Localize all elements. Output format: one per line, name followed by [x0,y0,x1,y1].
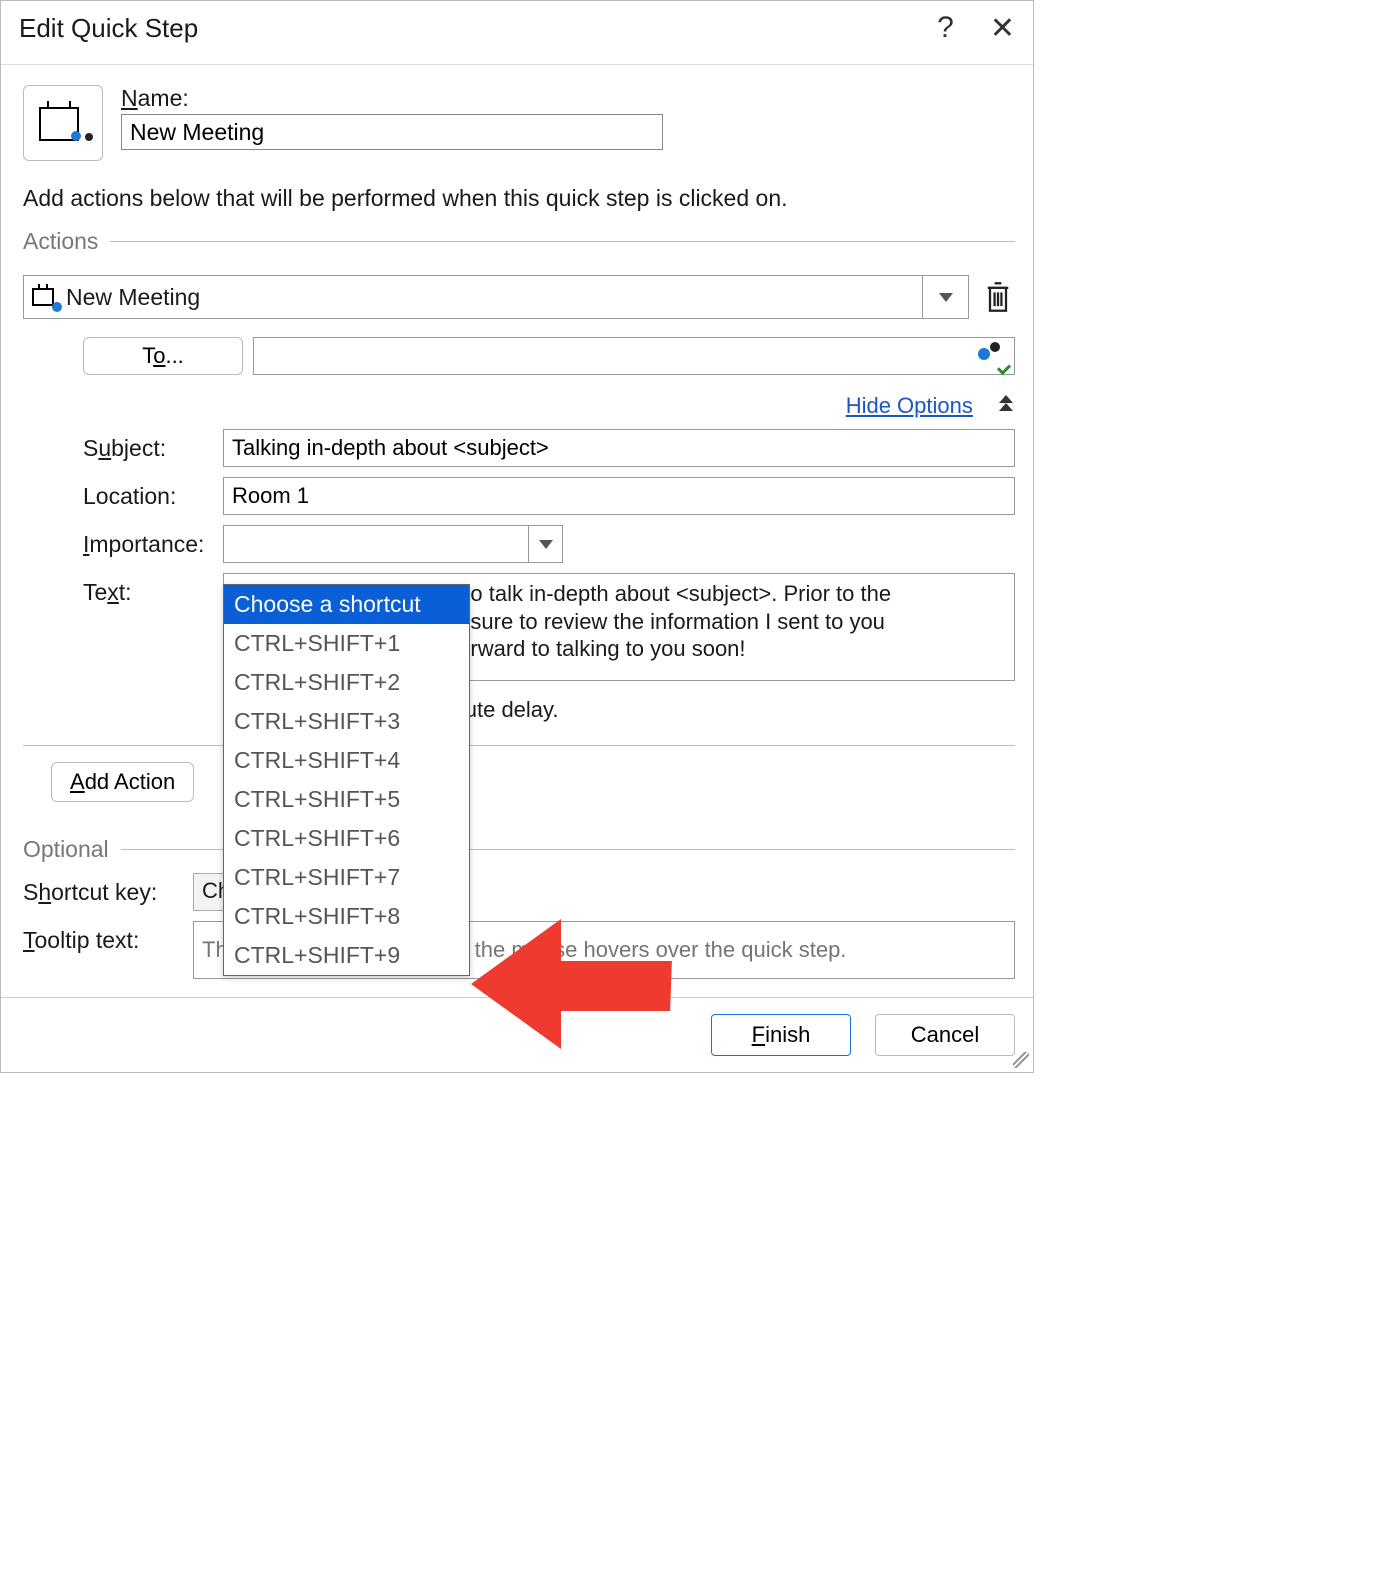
optional-header: Optional [23,836,109,863]
shortcut-option[interactable]: CTRL+SHIFT+3 [224,702,469,741]
dialog-content: Name: Add actions below that will be per… [1,65,1033,997]
instruction-text: Add actions below that will be performed… [23,185,1015,212]
text-label: Text: [83,573,223,606]
shortcut-option[interactable]: CTRL+SHIFT+5 [224,780,469,819]
subject-input[interactable] [223,429,1015,467]
importance-value [224,526,528,562]
annotation-arrow-icon [471,919,671,1049]
actions-header: Actions [23,228,98,255]
location-input[interactable] [223,477,1015,515]
edit-quick-step-dialog: Edit Quick Step ? ✕ Name: Add actions be… [0,0,1034,1073]
close-button[interactable]: ✕ [990,11,1015,46]
action-type-value: New Meeting [66,284,200,311]
subject-label: Subject: [83,429,223,462]
finish-button[interactable]: Finish [711,1014,851,1056]
calendar-meeting-icon [39,103,87,143]
shortcut-option[interactable]: CTRL+SHIFT+6 [224,819,469,858]
calendar-meeting-icon [32,286,58,308]
to-button[interactable]: To... [83,337,243,375]
chevron-down-icon[interactable] [528,526,562,562]
dialog-title: Edit Quick Step [19,13,198,44]
divider [110,241,1015,242]
shortcut-option[interactable]: CTRL+SHIFT+8 [224,897,469,936]
hide-options-link[interactable]: Hide Options [846,393,973,418]
shortcut-dropdown-popup[interactable]: Choose a shortcut CTRL+SHIFT+1 CTRL+SHIF… [223,584,470,976]
cancel-button[interactable]: Cancel [875,1014,1015,1056]
to-input[interactable] [253,337,1015,375]
titlebar: Edit Quick Step ? ✕ [1,1,1033,65]
resize-grip[interactable] [1013,1052,1029,1068]
name-label: Name: [121,85,1015,112]
shortcut-option[interactable]: CTRL+SHIFT+1 [224,624,469,663]
importance-label: Importance: [83,525,223,558]
shortcut-option[interactable]: Choose a shortcut [224,585,469,624]
chevron-double-up-icon[interactable] [997,393,1015,419]
divider [23,745,1015,746]
name-input[interactable] [121,114,663,150]
help-button[interactable]: ? [937,11,954,46]
quickstep-icon-button[interactable] [23,85,103,161]
shortcut-option[interactable]: CTRL+SHIFT+9 [224,936,469,975]
shortcut-option[interactable]: CTRL+SHIFT+7 [224,858,469,897]
trash-icon [984,281,1012,313]
shortcut-key-label: Shortcut key: [23,873,193,906]
address-book-icon[interactable] [978,340,1008,370]
delete-action-button[interactable] [981,275,1015,319]
add-action-button[interactable]: Add Action [51,762,194,802]
chevron-down-icon[interactable] [922,276,968,318]
shortcut-option[interactable]: CTRL+SHIFT+4 [224,741,469,780]
importance-combo[interactable] [223,525,563,563]
action-type-combo[interactable]: New Meeting [23,275,969,319]
shortcut-option[interactable]: CTRL+SHIFT+2 [224,663,469,702]
tooltip-text-label: Tooltip text: [23,921,193,954]
location-label: Location: [83,477,223,510]
